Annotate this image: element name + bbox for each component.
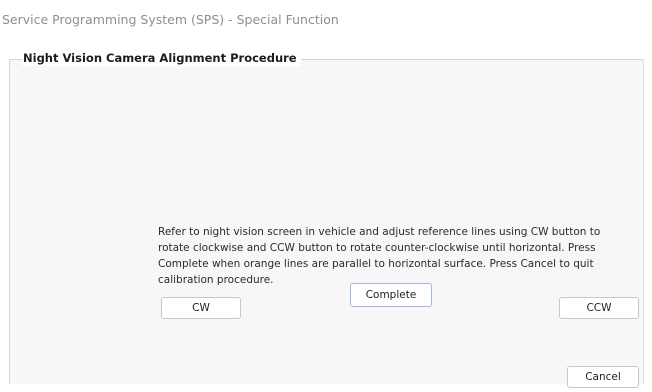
procedure-title: Night Vision Camera Alignment Procedure <box>22 50 301 66</box>
complete-button[interactable]: Complete <box>350 283 432 307</box>
procedure-instructions: Refer to night vision screen in vehicle … <box>158 226 601 286</box>
procedure-panel <box>9 59 644 384</box>
special-function-window: Service Programming System (SPS) - Speci… <box>0 0 652 392</box>
cancel-button[interactable]: Cancel <box>567 366 639 388</box>
cw-button[interactable]: CW <box>161 297 241 319</box>
window-title: Service Programming System (SPS) - Speci… <box>2 12 339 27</box>
ccw-button[interactable]: CCW <box>559 297 639 319</box>
